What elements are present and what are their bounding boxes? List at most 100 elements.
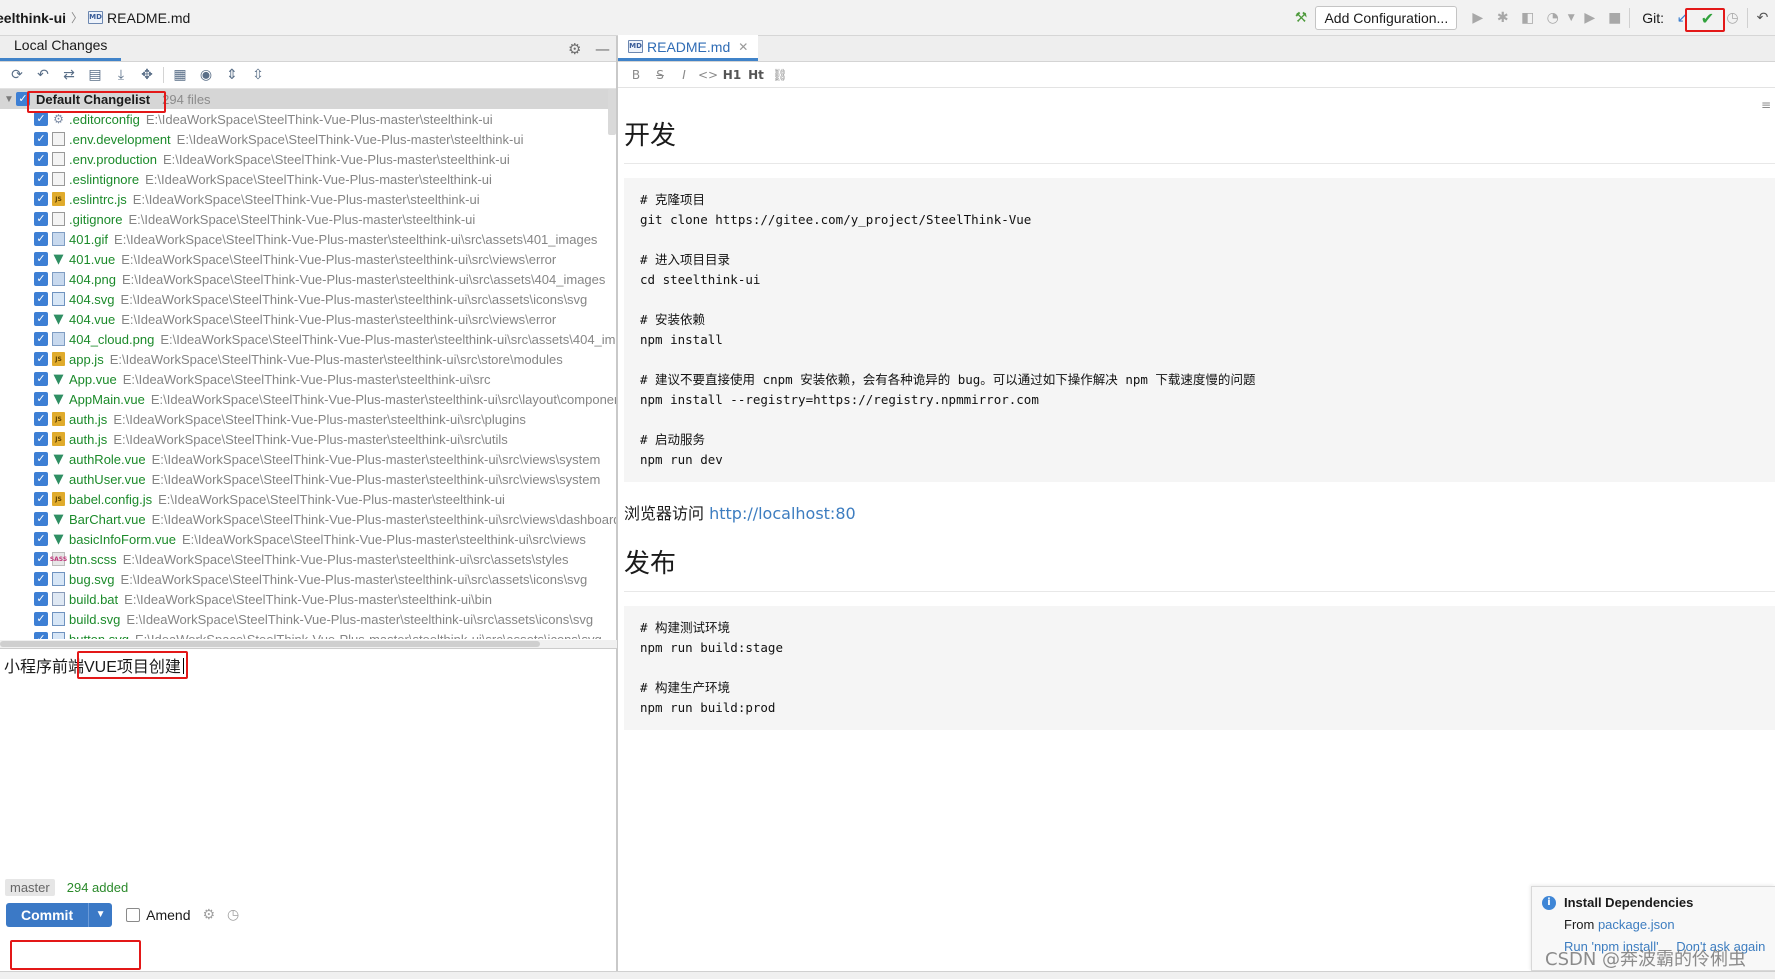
file-row[interactable]: ✓ SASS btn.scss E:\IdeaWorkSpace\SteelThink… — [0, 549, 616, 569]
heading1-icon[interactable]: H1 — [720, 68, 744, 82]
file-row[interactable]: ✓ .gitignore E:\IdeaWorkSpace\SteelThink-V… — [0, 209, 616, 229]
resume-icon[interactable]: ▶ — [1577, 6, 1602, 30]
file-checkbox[interactable]: ✓ — [34, 172, 48, 186]
file-checkbox[interactable]: ✓ — [34, 272, 48, 286]
tree-scrollbar[interactable] — [608, 89, 616, 135]
file-row[interactable]: ✓ JS .eslintrc.js E:\IdeaWorkSpace\SteelThi… — [0, 189, 616, 209]
file-row[interactable]: ✓ JS auth.js E:\IdeaWorkSpace\SteelThink-Vu… — [0, 409, 616, 429]
gear-icon[interactable]: ⚙ — [202, 907, 215, 923]
file-row[interactable]: ✓ ▼ AppMain.vue E:\IdeaWorkSpace\SteelThink… — [0, 389, 616, 409]
coverage-icon[interactable]: ◧ — [1515, 6, 1540, 30]
branch-badge[interactable]: master — [5, 878, 55, 896]
file-checkbox[interactable]: ✓ — [34, 152, 48, 166]
file-checkbox[interactable]: ✓ — [34, 392, 48, 406]
file-checkbox[interactable]: ✓ — [34, 512, 48, 526]
file-row[interactable]: ✓ 404.svg E:\IdeaWorkSpace\SteelThink-Vue-… — [0, 289, 616, 309]
file-checkbox[interactable]: ✓ — [34, 192, 48, 206]
file-row[interactable]: ✓ ▼ authUser.vue E:\IdeaWorkSpace\SteelThin… — [0, 469, 616, 489]
file-checkbox[interactable]: ✓ — [34, 492, 48, 506]
file-checkbox[interactable]: ✓ — [34, 472, 48, 486]
collapse-arrow-icon[interactable]: ▼ — [2, 94, 16, 105]
amend-option[interactable]: Amend — [126, 907, 190, 923]
file-checkbox[interactable]: ✓ — [34, 212, 48, 226]
italic-icon[interactable]: I — [672, 68, 696, 82]
amend-checkbox[interactable] — [126, 908, 141, 922]
run-icon[interactable]: ▶ — [1465, 6, 1490, 30]
file-checkbox[interactable]: ✓ — [34, 412, 48, 426]
scrollbar-thumb[interactable] — [0, 641, 540, 647]
file-row[interactable]: ✓ ▼ App.vue E:\IdeaWorkSpace\SteelThink-Vue… — [0, 369, 616, 389]
file-checkbox[interactable]: ✓ — [34, 132, 48, 146]
file-checkbox[interactable]: ✓ — [34, 292, 48, 306]
file-row[interactable]: ✓ ▼ 401.vue E:\IdeaWorkSpace\SteelThink-Vue… — [0, 249, 616, 269]
file-checkbox[interactable]: ✓ — [34, 332, 48, 346]
file-row[interactable]: ✓ 404.png E:\IdeaWorkSpace\SteelThink-Vue-… — [0, 269, 616, 289]
file-row[interactable]: ✓ JS babel.config.js E:\IdeaWorkSpace\Steel… — [0, 489, 616, 509]
file-row[interactable]: ✓ ▼ 404.vue E:\IdeaWorkSpace\SteelThink-Vue… — [0, 309, 616, 329]
commit-button[interactable]: Commit — [6, 903, 89, 927]
file-row[interactable]: ✓ JS auth.js E:\IdeaWorkSpace\SteelThink-Vu… — [0, 429, 616, 449]
file-checkbox[interactable]: ✓ — [34, 372, 48, 386]
expand-icon[interactable]: ✥ — [134, 64, 160, 86]
gear-icon[interactable]: ⚙ — [568, 40, 581, 58]
file-row[interactable]: ✓ ▼ BarChart.vue E:\IdeaWorkSpace\SteelThin… — [0, 509, 616, 529]
close-icon[interactable]: ✕ — [738, 40, 748, 54]
expand-all-icon[interactable]: ⇕ — [219, 64, 245, 86]
shelve-icon[interactable]: ▤ — [82, 64, 108, 86]
add-configuration-button[interactable]: Add Configuration... — [1315, 6, 1458, 30]
file-checkbox[interactable]: ✓ — [34, 632, 48, 639]
refresh-icon[interactable]: ⟳ — [4, 64, 30, 86]
file-checkbox[interactable]: ✓ — [34, 252, 48, 266]
file-row[interactable]: ✓ button.svg E:\IdeaWorkSpace\SteelThink-V… — [0, 629, 616, 639]
commit-dropdown-icon[interactable]: ▼ — [88, 903, 113, 927]
file-row[interactable]: ✓ .env.development E:\IdeaWorkSpace\SteelT… — [0, 129, 616, 149]
minimize-icon[interactable]: — — [595, 40, 610, 58]
file-row[interactable]: ✓ ▼ basicInfoForm.vue E:\IdeaWorkSpace\Stee… — [0, 529, 616, 549]
link-icon[interactable]: ⛓ — [768, 68, 792, 82]
file-row[interactable]: ✓ build.svg E:\IdeaWorkSpace\SteelThink-Vu… — [0, 609, 616, 629]
file-checkbox[interactable]: ✓ — [34, 112, 48, 126]
breadcrumb-file[interactable]: README.md — [107, 10, 190, 26]
file-row[interactable]: ✓ bug.svg E:\IdeaWorkSpace\SteelThink-Vue-… — [0, 569, 616, 589]
rollback-icon[interactable]: ↶ — [1750, 6, 1775, 30]
rollback-icon[interactable]: ↶ — [30, 64, 56, 86]
breadcrumb-project[interactable]: eelthink-ui — [0, 10, 66, 26]
dropdown-icon[interactable]: ▼ — [1565, 6, 1577, 30]
profile-icon[interactable]: ◔ — [1540, 6, 1565, 30]
heading-icon[interactable]: Ht — [744, 68, 768, 82]
file-row[interactable]: ✓ 404_cloud.png E:\IdeaWorkSpace\SteelThin… — [0, 329, 616, 349]
diff-icon[interactable]: ⇄ — [56, 64, 82, 86]
file-checkbox[interactable]: ✓ — [34, 352, 48, 366]
collapse-all-icon[interactable]: ⇳ — [245, 64, 271, 86]
file-checkbox[interactable]: ✓ — [34, 572, 48, 586]
horizontal-scrollbar[interactable] — [0, 640, 617, 648]
history-icon[interactable]: ◷ — [227, 907, 239, 923]
download-icon[interactable]: ⤓ — [108, 64, 134, 86]
bold-icon[interactable]: B — [624, 68, 648, 82]
localhost-link[interactable]: http://localhost:80 — [709, 504, 856, 523]
group-by-icon[interactable]: ▦ — [167, 64, 193, 86]
file-checkbox[interactable]: ✓ — [34, 592, 48, 606]
file-checkbox[interactable]: ✓ — [34, 532, 48, 546]
code-icon[interactable]: <> — [696, 68, 720, 82]
tab-local-changes[interactable]: Local Changes — [0, 35, 122, 61]
file-checkbox[interactable]: ✓ — [34, 232, 48, 246]
commit-message-input[interactable]: 小程序前端VUE项目创建 — [0, 648, 617, 900]
strikethrough-icon[interactable]: S — [648, 68, 672, 82]
file-checkbox[interactable]: ✓ — [34, 432, 48, 446]
stop-icon[interactable]: ■ — [1602, 6, 1627, 30]
file-row[interactable]: ✓ ▼ authRole.vue E:\IdeaWorkSpace\SteelThin… — [0, 449, 616, 469]
debug-icon[interactable]: ✱ — [1490, 6, 1515, 30]
eye-icon[interactable]: ◉ — [193, 64, 219, 86]
file-checkbox[interactable]: ✓ — [34, 452, 48, 466]
file-checkbox[interactable]: ✓ — [34, 552, 48, 566]
tab-readme[interactable]: MD README.md ✕ — [618, 35, 759, 61]
file-row[interactable]: ✓ JS app.js E:\IdeaWorkSpace\SteelThink-Vue… — [0, 349, 616, 369]
file-row[interactable]: ✓ 401.gif E:\IdeaWorkSpace\SteelThink-Vue-… — [0, 229, 616, 249]
package-json-link[interactable]: package.json — [1598, 917, 1675, 932]
file-row[interactable]: ✓ .env.production E:\IdeaWorkSpace\SteelTh… — [0, 149, 616, 169]
hammer-icon[interactable]: ⚒ — [1288, 6, 1313, 30]
file-checkbox[interactable]: ✓ — [34, 612, 48, 626]
file-row[interactable]: ✓ build.bat E:\IdeaWorkSpace\SteelThink-Vu… — [0, 589, 616, 609]
file-checkbox[interactable]: ✓ — [34, 312, 48, 326]
